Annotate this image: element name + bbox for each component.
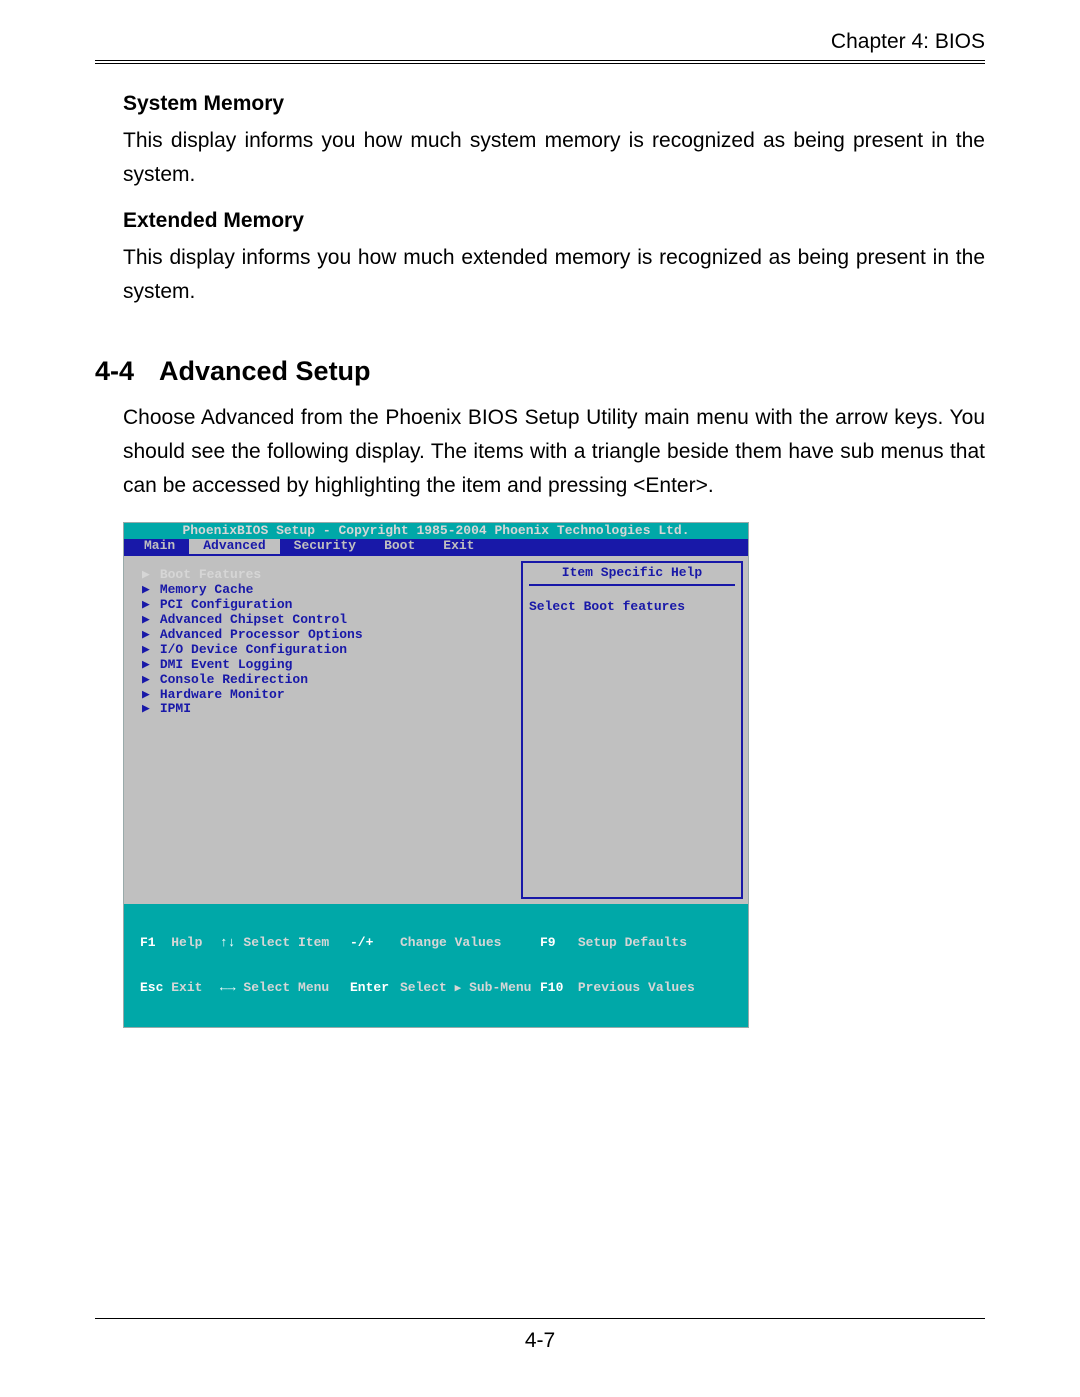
bios-menu-item-dmi-event-logging[interactable]: ▶ DMI Event Logging [142,658,513,673]
bios-menu-label: IPMI [160,701,191,716]
submenu-triangle-icon: ▶ [142,598,152,613]
submenu-triangle-icon: ▶ [142,583,152,598]
bios-menu-panel: ▶ Boot Features ▶ Memory Cache ▶ PCI Con… [124,556,521,904]
system-memory-heading: System Memory [123,92,985,116]
bios-footer-row: Esc Exit ←→ Select Menu Enter Select ▶ S… [140,981,742,996]
extended-memory-body: This display informs you how much extend… [123,241,985,308]
bios-menu-label: Hardware Monitor [160,687,285,702]
submenu-triangle-icon: ▶ [142,658,152,673]
bios-menu-label: Advanced Chipset Control [160,612,347,627]
header-rule [95,60,985,64]
page-number: 4-7 [95,1329,985,1353]
footer-key: ←→ [220,980,236,995]
section-heading: Advanced Setup [159,356,371,386]
bios-title-bar: PhoenixBIOS Setup - Copyright 1985-2004 … [124,523,748,539]
submenu-triangle-icon: ▶ [142,673,152,688]
bios-tab-main[interactable]: Main [130,539,189,554]
extended-memory-heading: Extended Memory [123,209,985,233]
bios-menu-item-console-redirection[interactable]: ▶ Console Redirection [142,673,513,688]
footer-action: Select Item [243,935,329,950]
footer-action: Select Menu [243,980,329,995]
system-memory-body: This display informs you how much system… [123,124,985,191]
bios-menu-label: I/O Device Configuration [160,642,347,657]
bios-help-panel: Item Specific Help Select Boot features [521,561,743,899]
bios-menu-label: PCI Configuration [160,597,293,612]
bios-body: ▶ Boot Features ▶ Memory Cache ▶ PCI Con… [124,556,748,904]
submenu-triangle-icon: ▶ [142,688,152,703]
bios-menu-item-advanced-chipset-control[interactable]: ▶ Advanced Chipset Control [142,613,513,628]
bios-menu-label: Advanced Processor Options [160,627,363,642]
advanced-setup-body: Choose Advanced from the Phoenix BIOS Se… [123,401,985,502]
section-title: 4-4Advanced Setup [95,356,985,387]
bios-tab-security[interactable]: Security [280,539,370,554]
submenu-triangle-icon: ▶ [142,643,152,658]
bios-menu-item-memory-cache[interactable]: ▶ Memory Cache [142,583,513,598]
bios-footer: F1 Help ↑↓ Select Item -/+ Change Values… [124,904,748,1027]
footer-key: -/+ [350,935,373,950]
bios-menu-label: Memory Cache [160,582,254,597]
bios-tab-exit[interactable]: Exit [429,539,488,554]
bios-tab-boot[interactable]: Boot [370,539,429,554]
footer-action: Setup Defaults [578,935,687,950]
submenu-triangle-icon: ▶ [142,613,152,628]
bios-help-text: Select Boot features [529,600,735,615]
submenu-triangle-icon: ▶ [455,983,462,995]
footer-action: Select [400,980,447,995]
submenu-triangle-icon: ▶ [142,628,152,643]
footer-key: F10 [540,980,563,995]
bios-menu-label: Boot Features [160,567,261,582]
bios-menu-item-pci-configuration[interactable]: ▶ PCI Configuration [142,598,513,613]
bios-menu-item-advanced-processor-options[interactable]: ▶ Advanced Processor Options [142,628,513,643]
section-number: 4-4 [95,356,159,387]
footer-key: ↑↓ [220,935,236,950]
footer-key: F9 [540,935,556,950]
footer-action: Previous Values [578,980,695,995]
footer-action: Help [171,935,202,950]
submenu-triangle-icon: ▶ [142,702,152,717]
bios-menu-item-hardware-monitor[interactable]: ▶ Hardware Monitor [142,688,513,703]
footer-key: Esc [140,980,163,995]
bios-tab-bar: Main Advanced Security Boot Exit [124,539,748,556]
chapter-header: Chapter 4: BIOS [95,30,985,54]
footer-action: Sub-Menu [469,980,531,995]
bios-menu-item-boot-features[interactable]: ▶ Boot Features [142,568,513,583]
bios-menu-label: DMI Event Logging [160,657,293,672]
footer-action: Change Values [400,935,501,950]
bios-footer-row: F1 Help ↑↓ Select Item -/+ Change Values… [140,936,742,951]
footer-key: Enter [350,980,389,995]
bios-screenshot: PhoenixBIOS Setup - Copyright 1985-2004 … [123,522,749,1027]
bios-menu-item-io-device-configuration[interactable]: ▶ I/O Device Configuration [142,643,513,658]
footer-rule [95,1318,985,1319]
bios-menu-label: Console Redirection [160,672,308,687]
bios-menu-item-ipmi[interactable]: ▶ IPMI [142,702,513,717]
footer-key: F1 [140,935,156,950]
bios-help-title: Item Specific Help [529,566,735,586]
footer-action: Exit [171,980,202,995]
bios-tab-advanced[interactable]: Advanced [189,539,279,554]
submenu-triangle-icon: ▶ [142,568,152,583]
